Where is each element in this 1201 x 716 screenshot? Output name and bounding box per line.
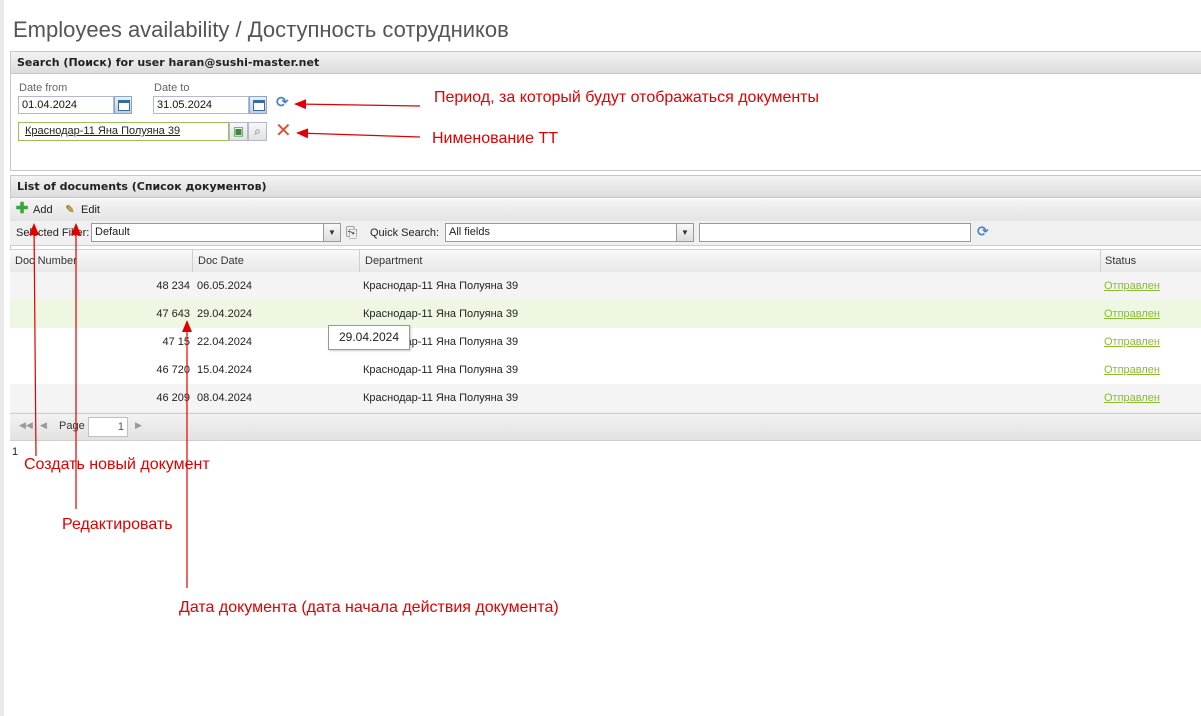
column-status[interactable]: Status [1100,250,1201,272]
status-link[interactable]: Отправлен [1104,328,1160,356]
annotation-edit: Редактировать [62,516,173,533]
refresh-period-icon[interactable]: ⟳ [276,95,289,110]
status-link[interactable]: Отправлен [1104,356,1160,384]
annotation-store-name: Нименование ТТ [432,130,559,147]
chevron-down-icon[interactable]: ▼ [676,224,693,241]
table-row[interactable]: 46 209 08.04.2024 Краснодар-11 Яна Полуя… [10,384,1201,413]
doc-number-cell: 47 15 [162,336,190,348]
selected-filter-label: Selected Filter: [16,227,90,239]
table-row[interactable]: 48 234 06.05.2024 Краснодар-11 Яна Полуя… [10,272,1201,301]
department-cell: Краснодар-11 Яна Полуяна 39 [363,392,519,404]
department-cell: Краснодар-11 Яна Полуяна 39 [363,308,519,320]
first-page-icon[interactable]: ◀◀ [19,421,33,431]
clear-store-icon[interactable]: ✕ [275,120,292,140]
add-button-label: Add [33,204,53,216]
quick-search-label: Quick Search: [370,227,440,239]
edit-button[interactable]: ✎ Edit [63,203,100,216]
status-link[interactable]: Отправлен [1104,300,1160,328]
refresh-list-icon[interactable]: ⟳ [977,225,989,240]
doc-date-cell: 15.04.2024 [197,364,253,376]
doc-date-cell: 08.04.2024 [197,392,253,404]
column-doc-date[interactable]: Doc Date [193,250,360,272]
search-panel-header: Search (Поиск) for user haran@sushi-mast… [11,52,1201,74]
quick-search-field-value: All fields [449,226,490,238]
date-from-label: Date from [19,82,68,94]
add-button[interactable]: ✚ Add [15,200,53,217]
column-doc-number[interactable]: Doc Number [10,250,193,272]
department-cell: Краснодар-11 Яна Полуяна 39 [363,364,519,376]
department-cell: Краснодар-11 Яна Полуяна 39 [363,280,519,292]
doc-date-cell: 06.05.2024 [197,280,253,292]
table-row[interactable]: 47 643 29.04.2024 Краснодар-11 Яна Полуя… [10,300,1201,329]
chevron-down-icon[interactable]: ▼ [323,224,340,241]
total-count: 1 [12,446,19,458]
table-row[interactable]: 47 15 22.04.2024 Краснодар-11 Яна Полуян… [10,328,1201,357]
documents-panel-header: List of documents (Список документов) [11,176,1201,198]
annotation-period: Период, за который будут отображаться до… [434,89,820,106]
previous-page-icon[interactable]: ◀ [40,421,47,431]
store-select-icon[interactable]: ▣ [229,122,248,141]
next-page-icon[interactable]: ▶ [135,421,142,431]
store-search-icon[interactable]: ⌕ [248,122,267,141]
doc-number-cell: 46 209 [156,392,190,404]
date-from-input[interactable]: 01.04.2024 [18,96,114,114]
filter-select[interactable]: Default ▼ [91,223,341,242]
filter-bar: Selected Filter: Default ▼ ⎘ Quick Searc… [10,221,1201,246]
date-tooltip: 29.04.2024 [328,325,410,350]
edit-icon: ✎ [65,204,75,216]
annotation-create: Создать новый документ [24,456,210,473]
filter-select-value: Default [95,226,130,238]
doc-date-cell: 22.04.2024 [197,336,253,348]
pagination-bar: ◀◀ ◀ Page 1 ▶ [10,413,1201,441]
page-title: Employees availability / Доступность сот… [13,17,509,42]
quick-search-input[interactable] [699,223,971,242]
column-department[interactable]: Department [360,250,1101,272]
date-to-calendar-icon[interactable] [249,96,267,114]
filter-manage-icon[interactable]: ⎘ [346,224,357,241]
page-number-input[interactable]: 1 [88,417,128,437]
status-link[interactable]: Отправлен [1104,272,1160,300]
page-label: Page [59,420,85,432]
page-left-border [0,0,4,716]
status-link[interactable]: Отправлен [1104,384,1160,412]
grid-header: Doc Number Doc Date Department Status [10,249,1201,273]
store-field[interactable]: Краснодар-11 Яна Полуяна 39 [18,122,229,141]
date-to-input[interactable]: 31.05.2024 [153,96,249,114]
documents-toolbar: ✚ Add ✎ Edit [10,199,1201,222]
doc-number-cell: 46 720 [156,364,190,376]
edit-button-label: Edit [81,204,100,216]
date-from-calendar-icon[interactable] [114,96,132,114]
doc-number-cell: 47 643 [156,308,190,320]
add-icon: ✚ [15,200,29,217]
date-to-label: Date to [154,82,190,94]
annotation-doc-date: Дата документа (дата начала действия док… [179,599,559,616]
quick-search-field-select[interactable]: All fields ▼ [445,223,694,242]
table-row[interactable]: 46 720 15.04.2024 Краснодар-11 Яна Полуя… [10,356,1201,385]
doc-number-cell: 48 234 [156,280,190,292]
doc-date-cell: 29.04.2024 [197,308,253,320]
